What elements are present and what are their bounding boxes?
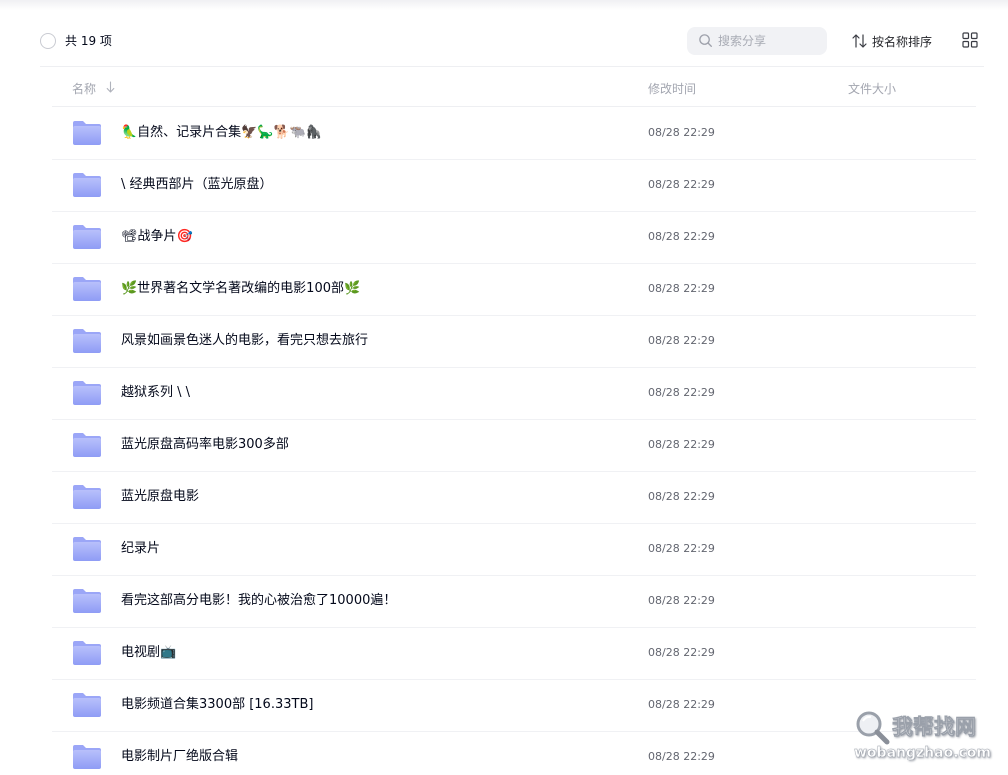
file-modified-time: 08/28 22:29 bbox=[648, 178, 715, 191]
file-modified-time: 08/28 22:29 bbox=[648, 386, 715, 399]
file-name[interactable]: 看完这部高分电影！我的心被治愈了10000遍！ bbox=[121, 592, 396, 610]
watermark-title: 我帮找网 bbox=[892, 715, 977, 740]
column-name-header[interactable]: 名称 bbox=[72, 80, 96, 97]
folder-icon bbox=[73, 225, 101, 249]
sort-label: 按名称排序 bbox=[872, 35, 933, 49]
file-modified-time: 08/28 22:29 bbox=[648, 438, 715, 451]
file-row[interactable]: 看完这部高分电影！我的心被治愈了10000遍！ 08/28 22:29 bbox=[52, 576, 976, 628]
file-name[interactable]: 风景如画景色迷人的电影，看完只想去旅行 bbox=[121, 332, 368, 350]
file-row[interactable]: 电影制片厂绝版合辑 08/28 22:29 bbox=[52, 732, 976, 775]
file-name[interactable]: 蓝光原盘高码率电影300多部 bbox=[121, 436, 289, 454]
arrow-down-icon[interactable] bbox=[106, 81, 115, 93]
search-icon bbox=[699, 34, 713, 48]
file-name[interactable]: 电影制片厂绝版合辑 bbox=[121, 748, 238, 766]
file-name[interactable]: 电视剧📺 bbox=[121, 644, 176, 662]
folder-icon bbox=[73, 329, 101, 353]
file-name[interactable]: \ 经典西部片（蓝光原盘） bbox=[121, 176, 273, 194]
file-row[interactable]: 蓝光原盘电影 08/28 22:29 bbox=[52, 472, 976, 524]
file-row[interactable]: \ 经典西部片（蓝光原盘） 08/28 22:29 bbox=[52, 160, 976, 212]
file-modified-time: 08/28 22:29 bbox=[648, 490, 715, 503]
top-shadow bbox=[0, 0, 1008, 10]
file-name[interactable]: 📽战争片🎯 bbox=[121, 228, 193, 246]
file-name[interactable]: 🦜自然、记录片合集🦅🦕🐕🐃🦍 bbox=[121, 124, 322, 142]
file-modified-time: 08/28 22:29 bbox=[648, 698, 715, 711]
search-input[interactable] bbox=[718, 27, 822, 55]
folder-icon bbox=[73, 745, 101, 769]
item-count: 共 19 项 bbox=[65, 34, 112, 48]
file-modified-time: 08/28 22:29 bbox=[648, 646, 715, 659]
magnifier-icon bbox=[856, 711, 890, 745]
file-row[interactable]: 蓝光原盘高码率电影300多部 08/28 22:29 bbox=[52, 420, 976, 472]
file-modified-time: 08/28 22:29 bbox=[648, 594, 715, 607]
folder-icon bbox=[73, 641, 101, 665]
folder-icon bbox=[73, 589, 101, 613]
file-row[interactable]: 电视剧📺 08/28 22:29 bbox=[52, 628, 976, 680]
file-row[interactable]: 🌿世界著名文学名著改编的电影100部🌿 08/28 22:29 bbox=[52, 264, 976, 316]
file-row[interactable]: 纪录片 08/28 22:29 bbox=[52, 524, 976, 576]
folder-icon bbox=[73, 173, 101, 197]
file-row[interactable]: 越狱系列 \ \ 08/28 22:29 bbox=[52, 368, 976, 420]
file-name[interactable]: 越狱系列 \ \ bbox=[121, 384, 190, 402]
file-name[interactable]: 纪录片 bbox=[121, 540, 160, 558]
file-modified-time: 08/28 22:29 bbox=[648, 334, 715, 347]
folder-icon bbox=[73, 277, 101, 301]
column-size-header[interactable]: 文件大小 bbox=[848, 80, 896, 97]
file-modified-time: 08/28 22:29 bbox=[648, 126, 715, 139]
toolbar: 共 19 项 按名称排序 bbox=[40, 22, 984, 62]
folder-icon bbox=[73, 537, 101, 561]
file-modified-time: 08/28 22:29 bbox=[648, 282, 715, 295]
file-modified-time: 08/28 22:29 bbox=[648, 230, 715, 243]
file-name[interactable]: 🌿世界著名文学名著改编的电影100部🌿 bbox=[121, 280, 360, 298]
watermark-logo: 我帮找网 wobangzhao.com bbox=[852, 705, 1002, 771]
grid-view-icon[interactable] bbox=[962, 32, 978, 48]
file-name[interactable]: 蓝光原盘电影 bbox=[121, 488, 199, 506]
file-row[interactable]: 📽战争片🎯 08/28 22:29 bbox=[52, 212, 976, 264]
folder-icon bbox=[73, 121, 101, 145]
table-header: 名称 修改时间 文件大小 bbox=[52, 67, 976, 107]
column-modified-header[interactable]: 修改时间 bbox=[648, 80, 696, 97]
file-row[interactable]: 🦜自然、记录片合集🦅🦕🐕🐃🦍 08/28 22:29 bbox=[52, 108, 976, 160]
file-modified-time: 08/28 22:29 bbox=[648, 542, 715, 555]
select-all-checkbox[interactable] bbox=[40, 33, 56, 49]
file-row[interactable]: 电影频道合集3300部 [16.33TB] 08/28 22:29 bbox=[52, 680, 976, 732]
folder-icon bbox=[73, 381, 101, 405]
folder-icon bbox=[73, 485, 101, 509]
file-list: 🦜自然、记录片合集🦅🦕🐕🐃🦍 08/28 22:29 \ 经典西部片（蓝光原盘）… bbox=[52, 108, 976, 775]
file-modified-time: 08/28 22:29 bbox=[648, 750, 715, 763]
file-name[interactable]: 电影频道合集3300部 [16.33TB] bbox=[121, 696, 313, 714]
folder-icon bbox=[73, 693, 101, 717]
folder-icon bbox=[73, 433, 101, 457]
search-box[interactable] bbox=[687, 27, 827, 55]
watermark-url: wobangzhao.com bbox=[854, 745, 992, 761]
file-row[interactable]: 风景如画景色迷人的电影，看完只想去旅行 08/28 22:29 bbox=[52, 316, 976, 368]
sort-icon bbox=[852, 34, 867, 48]
